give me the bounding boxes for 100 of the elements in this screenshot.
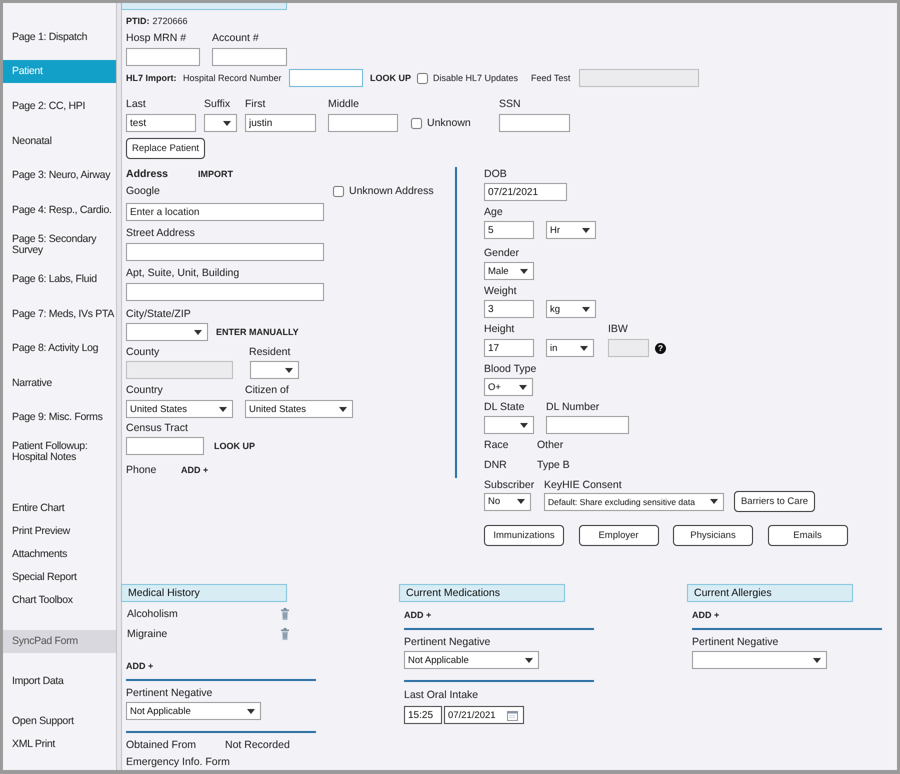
link-button[interactable]: LOOK UP [370,73,412,83]
checkbox[interactable] [417,72,428,84]
text-field[interactable] [499,114,570,132]
sidebar-item[interactable]: Attachments [3,542,116,566]
dropdown[interactable]: Not Applicable [404,651,539,669]
text-field[interactable] [126,48,200,66]
sidebar-item[interactable]: Page 4: Resp., Cardio. [3,192,116,228]
sidebar-item[interactable]: Page 7: Meds, IVs PTA [3,296,116,332]
caret-icon [285,368,293,372]
link-button[interactable]: ADD + [181,464,208,474]
text-field[interactable]: Enter a location [126,203,324,221]
field-label: Pertinent Negative [692,636,778,648]
sidebar-item[interactable]: Neonatal [3,124,116,158]
field-label: Apt, Suite, Unit, Building [126,266,240,278]
field-label: City/State/ZIP [126,308,191,320]
sidebar-item[interactable]: Page 1: Dispatch [3,20,116,55]
field-label: DNR [484,458,507,470]
text-field[interactable] [126,283,324,301]
sidebar-item[interactable]: Narrative [3,366,116,401]
field-label: PTID: [126,16,150,26]
caret-icon [582,228,590,232]
text-field[interactable]: 17 [484,339,534,357]
dropdown[interactable]: Male [484,262,534,280]
sidebar-item[interactable]: Page 3: Neuro, Airway [3,158,116,193]
field-label: Weight [484,284,516,296]
dropdown[interactable]: Default: Share excluding sensitive data [544,492,724,510]
link-button[interactable]: ADD + [692,610,720,620]
link-button[interactable]: ENTER MANUALLY [216,327,299,337]
link-button[interactable]: ADD + [404,610,432,620]
dropdown[interactable] [484,416,534,434]
sidebar-item[interactable]: Chart Toolbox [3,588,116,612]
sidebar-item[interactable]: Page 5: Secondary Survey [3,228,116,262]
field-label: Unknown [427,117,471,129]
text-field[interactable]: 3 [484,300,534,318]
time-field[interactable]: 15:25 [404,706,442,724]
caret-icon [525,658,533,662]
dropdown[interactable]: kg [546,300,596,318]
checkbox[interactable] [333,186,344,196]
sidebar-item[interactable]: Page 9: Misc. Forms [3,400,116,436]
field-label: Country [126,384,163,396]
field-label: Hospital Record Number [183,73,282,83]
field-label: Pertinent Negative [126,686,212,698]
text-field[interactable]: test [126,114,196,132]
text-field[interactable]: 5 [484,221,534,239]
sidebar-item[interactable]: Page 6: Labs, Fluid [3,262,116,297]
dropdown[interactable]: Not Applicable [126,702,261,720]
sidebar-item[interactable]: Import Data [3,670,116,693]
dropdown[interactable]: in [546,339,594,357]
field-label: Emergency Info. Form [126,756,230,768]
text-field[interactable]: justin [245,114,316,132]
barriers-to-care-button[interactable]: Barriers to Care [734,491,815,512]
section-header: Medical History [121,584,287,602]
caret-icon [520,268,528,274]
field-label: Middle [328,98,359,110]
dropdown[interactable]: No [484,492,531,510]
sidebar-item[interactable]: Special Report [3,566,116,589]
caret-icon [710,499,718,504]
link-button[interactable]: IMPORT [198,169,233,179]
text-field[interactable] [126,243,324,261]
text-field[interactable] [126,437,204,455]
dropdown[interactable]: United States [126,400,233,418]
action-button[interactable]: Emails [768,525,848,546]
text-field[interactable]: 07/21/2021 [484,183,567,201]
sidebar-item[interactable]: XML Print [3,732,116,756]
dropdown[interactable] [204,114,237,132]
field-label: Street Address [126,226,195,238]
dropdown[interactable] [250,361,299,379]
action-button[interactable]: Immunizations [484,525,564,546]
sidebar-item[interactable]: Page 2: CC, HPI [3,89,116,124]
link-button[interactable]: LOOK UP [214,441,256,451]
sidebar-item[interactable]: Entire Chart [3,496,116,520]
text-field[interactable] [328,114,398,132]
field-label: Citizen of [245,384,289,396]
date-field[interactable]: 07/21/2021 [444,706,524,724]
field-value: Type B [537,458,570,470]
caret-icon [580,346,588,350]
sidebar-item[interactable]: Open Support [3,710,116,733]
replace-patient-button[interactable]: Replace Patient [126,138,205,159]
field-label: Subscriber [484,478,534,490]
dropdown[interactable]: O+ [484,378,533,396]
dropdown[interactable]: Hr [546,221,596,239]
caret-icon [520,422,528,428]
link-button[interactable]: ADD + [126,660,154,670]
sidebar-item[interactable]: Patient Followup: Hospital Notes [3,435,116,470]
text-field[interactable] [289,69,363,87]
trash-icon [280,608,290,620]
action-button[interactable]: Employer [578,525,658,546]
action-button[interactable]: Physicians [673,525,753,546]
field-label: Race [484,438,509,450]
caret-icon [247,708,255,714]
text-field[interactable] [546,416,629,434]
field-label: SSN [499,98,521,110]
section-header: Current Medications [399,584,565,602]
text-field[interactable] [212,48,287,66]
field-label: Last [126,98,146,110]
sidebar-item[interactable]: Print Preview [3,520,116,543]
dropdown[interactable]: United States [245,400,353,418]
sidebar-item[interactable]: Page 8: Activity Log [3,331,116,366]
checkbox[interactable] [411,118,422,128]
field-label: IBW [608,322,628,334]
